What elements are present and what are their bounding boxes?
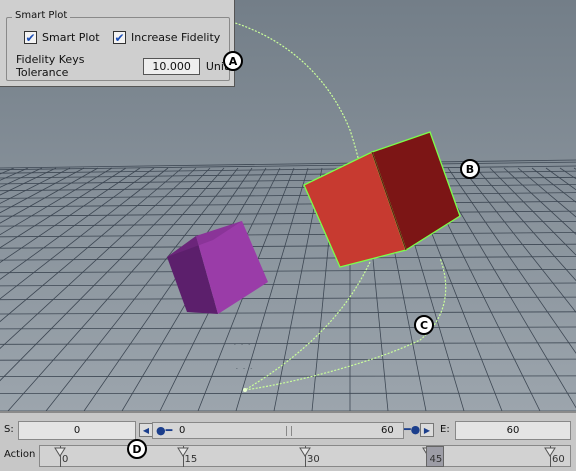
- callout-c: C: [414, 315, 434, 335]
- timeline-tick-label: 30: [307, 454, 320, 465]
- svg-text:- - -: - - -: [233, 341, 251, 348]
- callout-a: A: [223, 51, 243, 71]
- range-slider[interactable]: ●━ 0 60: [152, 422, 404, 439]
- trajectory-start-point[interactable]: [243, 388, 247, 392]
- timeline-tick-label: 0: [62, 454, 69, 465]
- prev-range-button[interactable]: ◀: [139, 423, 153, 437]
- timeline-tick-label: 45: [429, 454, 443, 465]
- increase-fidelity-checkbox-label: Increase Fidelity: [131, 31, 221, 44]
- smart-plot-title: Smart Plot: [12, 10, 71, 21]
- tolerance-input[interactable]: 10.000: [143, 57, 200, 75]
- end-field[interactable]: 60: [455, 421, 571, 440]
- next-range-button[interactable]: ▶: [420, 423, 434, 437]
- callout-b: B: [460, 159, 480, 179]
- action-timeline[interactable]: 0 15 30 45 60: [39, 445, 571, 467]
- range-grip-icon[interactable]: [286, 426, 292, 436]
- tolerance-row: Fidelity Keys Tolerance 10.000 Units: [16, 53, 234, 79]
- svg-text:- - -: - - -: [235, 365, 253, 372]
- increase-fidelity-checkbox[interactable]: ✔: [113, 31, 126, 44]
- start-label: S:: [4, 424, 14, 435]
- smart-plot-panel: Smart Plot ✔ Smart Plot ✔ Increase Fidel…: [0, 0, 235, 87]
- range-end-handle-icon[interactable]: ━●: [404, 423, 420, 436]
- time-slider-panel: S: 0 ◀ ●━ 0 60 ━● ▶ E: 60 Action 0 15 30 45…: [0, 411, 576, 471]
- smart-plot-option[interactable]: ✔ Smart Plot: [24, 31, 100, 44]
- action-label: Action: [4, 449, 36, 460]
- range-end-value: 60: [381, 425, 394, 436]
- timeline-tick-label: 60: [552, 454, 565, 465]
- range-start-value: 0: [179, 425, 186, 436]
- range-start-handle-icon[interactable]: ●━: [156, 424, 172, 437]
- timeline-tick-label: 15: [184, 454, 198, 465]
- tolerance-label: Fidelity Keys Tolerance: [16, 53, 85, 79]
- start-field[interactable]: 0: [18, 421, 136, 440]
- callout-d: D: [127, 439, 147, 459]
- end-label: E:: [440, 424, 450, 435]
- smart-plot-checkbox[interactable]: ✔: [24, 31, 37, 44]
- increase-fidelity-option[interactable]: ✔ Increase Fidelity: [113, 31, 220, 44]
- smart-plot-checkbox-label: Smart Plot: [42, 31, 100, 44]
